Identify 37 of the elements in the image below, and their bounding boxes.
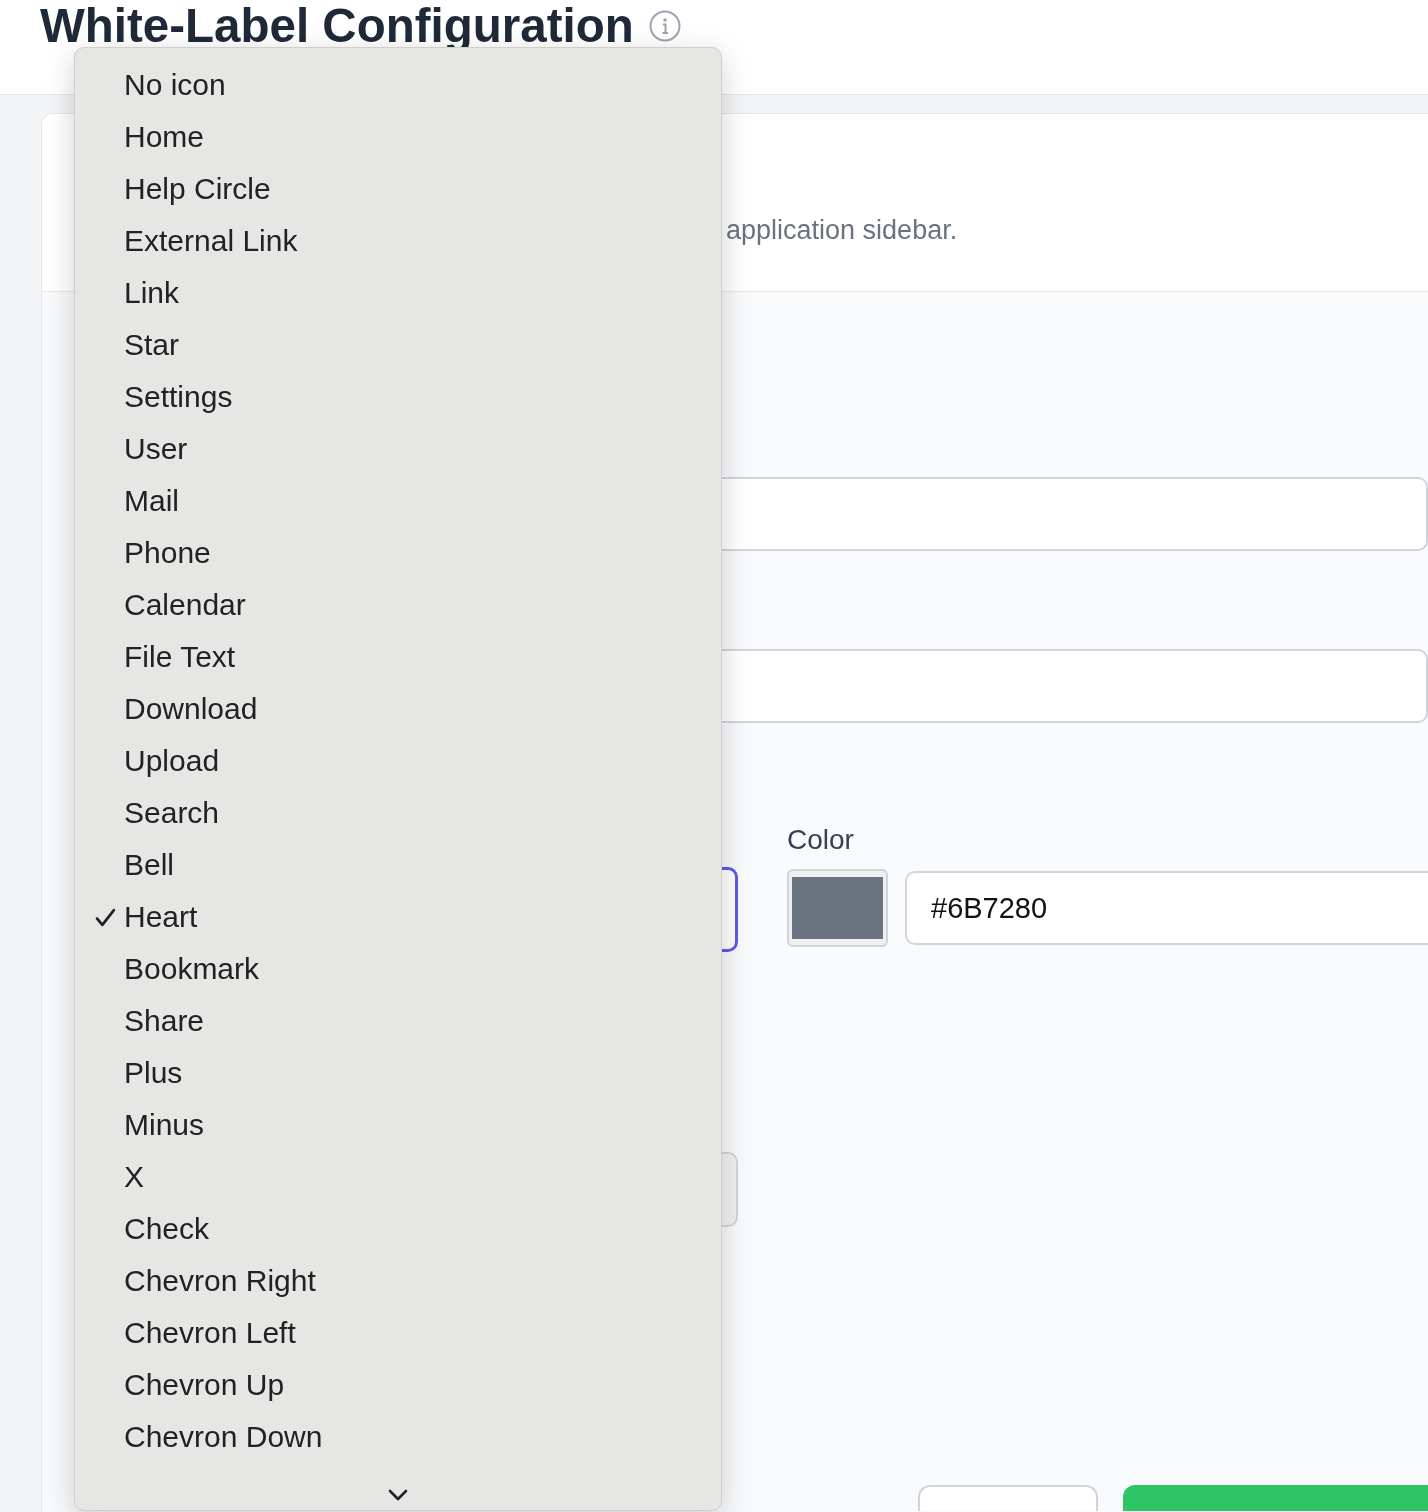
chevron-down-icon[interactable]: [387, 1489, 408, 1501]
menu-option[interactable]: File Text: [75, 631, 721, 683]
color-swatch-icon: [792, 877, 883, 939]
card-description: application sidebar.: [726, 214, 959, 247]
menu-option[interactable]: Search: [75, 787, 721, 839]
secondary-button[interactable]: [918, 1485, 1098, 1511]
menu-option[interactable]: Download: [75, 683, 721, 735]
menu-option[interactable]: Chevron Up: [75, 1359, 721, 1411]
menu-option[interactable]: Check: [75, 1203, 721, 1255]
primary-button[interactable]: [1123, 1485, 1428, 1511]
menu-option[interactable]: Chevron Right: [75, 1255, 721, 1307]
page-title: White-Label Configuration: [40, 0, 634, 52]
hex-input[interactable]: #6B7280: [905, 871, 1428, 945]
menu-option[interactable]: Help Circle: [75, 163, 721, 215]
menu-option[interactable]: Bookmark: [75, 943, 721, 995]
menu-option[interactable]: X: [75, 1151, 721, 1203]
menu-option[interactable]: Plus: [75, 1047, 721, 1099]
menu-option[interactable]: Star: [75, 319, 721, 371]
menu-option[interactable]: No icon: [75, 59, 721, 111]
menu-option[interactable]: Minus: [75, 1099, 721, 1151]
menu-option[interactable]: External Link: [75, 215, 721, 267]
menu-option[interactable]: Settings: [75, 371, 721, 423]
menu-option[interactable]: Mail: [75, 475, 721, 527]
menu-option[interactable]: Link: [75, 267, 721, 319]
menu-option[interactable]: Heart: [75, 891, 721, 943]
field-label: Color: [787, 823, 854, 857]
color-picker[interactable]: [787, 869, 888, 947]
menu-option[interactable]: User: [75, 423, 721, 475]
menu-option[interactable]: Calendar: [75, 579, 721, 631]
menu-option[interactable]: Phone: [75, 527, 721, 579]
menu-option[interactable]: Chevron Down: [75, 1411, 721, 1463]
menu-option[interactable]: Chevron Left: [75, 1307, 721, 1359]
menu-option[interactable]: Home: [75, 111, 721, 163]
menu-option[interactable]: Share: [75, 995, 721, 1047]
menu-option[interactable]: Bell: [75, 839, 721, 891]
menu-option[interactable]: Upload: [75, 735, 721, 787]
info-icon[interactable]: [648, 10, 681, 42]
